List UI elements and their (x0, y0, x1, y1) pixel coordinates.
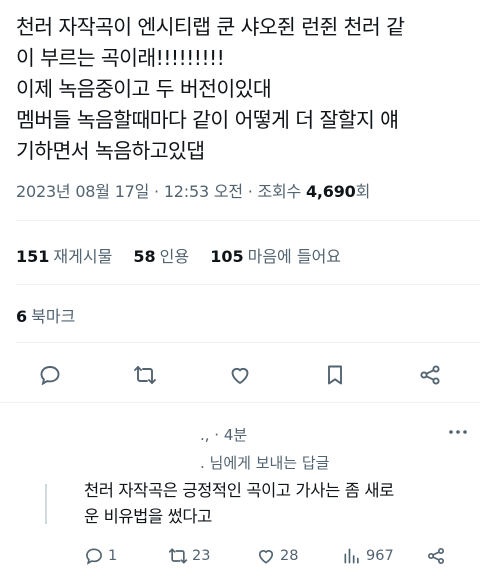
retweets-label: 재게시물 (53, 247, 113, 266)
reply-tweet[interactable]: ., · 4분 . 님에게 보내는 답글 천러 자작곡은 긍정적인 곡이고 가사… (0, 412, 480, 585)
divider (16, 220, 480, 221)
thread-line (45, 484, 47, 524)
reply-views-count: 967 (366, 548, 394, 564)
tweet-line: 천러 자작곡이 엔시티랩 쿤 샤오쥔 런쥔 천러 같 (16, 15, 405, 39)
share-icon (428, 548, 444, 564)
tweet-line: 이제 녹음중이고 두 버전이있대 (16, 77, 272, 101)
heart-icon (258, 550, 274, 564)
quotes-count: 58 (133, 247, 156, 266)
bookmarks-label: 북마크 (31, 307, 76, 326)
reply-actions: 1 23 28 967 (84, 546, 464, 570)
tweet-text: 천러 자작곡이 엔시티랩 쿤 샤오쥔 런쥔 천러 같 이 부르는 곡이래!!!!… (16, 12, 468, 167)
tweet-line: 기하면서 녹음하고있댑 (16, 139, 205, 163)
reply-time: ., · 4분 (200, 426, 248, 444)
likes-stat[interactable]: 105 마음에 들어요 (210, 247, 341, 266)
reply-retweet-button[interactable]: 23 (168, 546, 210, 566)
reply-retweets-count: 23 (192, 548, 211, 564)
reply-to-label[interactable]: . 님에게 보내는 답글 (200, 452, 329, 473)
reply-likes-count: 28 (280, 548, 299, 564)
share-icon[interactable] (416, 361, 444, 389)
retweet-icon (168, 548, 188, 564)
quotes-label: 인용 (159, 247, 190, 266)
bookmark-icon[interactable] (321, 361, 349, 389)
reply-line: 운 비유법을 썼다고 (84, 507, 212, 526)
analytics-icon (344, 548, 359, 564)
divider (16, 342, 480, 343)
engagement-stats: 151 재게시물 58 인용 105 마음에 들어요 (16, 243, 357, 267)
tweet-line: 멤버들 녹음할때마다 같이 어떻게 더 잘할지 얘 (16, 108, 399, 132)
quotes-stat[interactable]: 58 인용 (133, 247, 189, 266)
more-icon[interactable] (446, 422, 470, 442)
reply-reply-button[interactable]: 1 (84, 546, 117, 566)
bookmarks-count: 6 (16, 307, 28, 326)
reply-text: 천러 자작곡은 긍정적인 곡이고 가사는 좀 새로 운 비유법을 썼다고 (84, 478, 464, 530)
views-suffix: 회 (355, 182, 371, 201)
reply-icon (86, 548, 102, 565)
retweets-stat[interactable]: 151 재게시물 (16, 247, 112, 266)
tweet-timestamp[interactable]: 2023년 08월 17일 · 12:53 오전 · 조회수 4,690회 (16, 178, 370, 202)
bookmarks-stat[interactable]: 6 북마크 (16, 303, 75, 327)
divider (16, 284, 480, 285)
reply-share-button[interactable] (426, 546, 450, 566)
likes-label: 마음에 들어요 (247, 247, 342, 266)
reply-icon[interactable] (36, 361, 64, 389)
retweets-count: 151 (16, 247, 50, 266)
views-count: 4,690 (305, 182, 356, 201)
divider (0, 402, 480, 403)
likes-count: 105 (210, 247, 244, 266)
tweet-line: 이 부르는 곡이래!!!!!!!!! (16, 46, 225, 70)
reply-replies-count: 1 (108, 548, 118, 564)
reply-like-button[interactable]: 28 (256, 546, 298, 566)
reply-views-button[interactable]: 967 (342, 546, 394, 566)
reply-line: 천러 자작곡은 긍정적인 곡이고 가사는 좀 새로 (84, 481, 394, 500)
retweet-icon[interactable] (131, 361, 159, 389)
heart-icon[interactable] (226, 361, 254, 389)
timestamp-text[interactable]: 2023년 08월 17일 · 12:53 오전 · 조회수 (16, 182, 306, 201)
tweet-actions (0, 355, 480, 395)
